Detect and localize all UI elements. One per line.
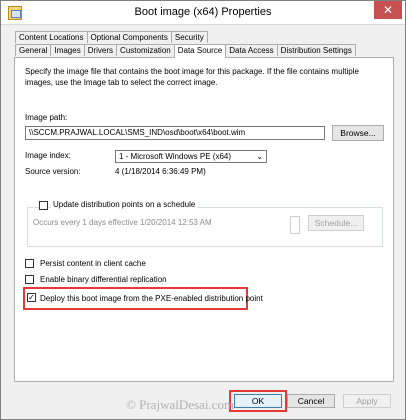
- watermark-text: © PrajwalDesai.com: [126, 397, 235, 412]
- binary-replication-checkbox[interactable]: [25, 275, 34, 284]
- apply-button[interactable]: Apply: [343, 394, 391, 408]
- persist-checkbox[interactable]: [25, 259, 34, 268]
- tab-row-top: Content Locations Optional Components Se…: [15, 31, 208, 43]
- title-bar: Boot image (x64) Properties ✕: [1, 1, 405, 25]
- schedule-button[interactable]: Schedule...: [308, 215, 364, 231]
- image-path-label: Image path:: [25, 113, 68, 122]
- properties-dialog: Boot image (x64) Properties ✕ Content Lo…: [0, 0, 406, 420]
- persist-label: Persist content in client cache: [40, 259, 146, 268]
- window-title: Boot image (x64) Properties: [134, 6, 272, 18]
- tab-data-source[interactable]: Data Source: [173, 44, 227, 58]
- tab-optional-components[interactable]: Optional Components: [86, 31, 172, 43]
- cancel-button[interactable]: Cancel: [287, 394, 335, 408]
- source-version-value: 4 (1/18/2014 6:36:49 PM): [115, 167, 206, 176]
- tab-drivers[interactable]: Drivers: [83, 44, 118, 56]
- tab-customization[interactable]: Customization: [116, 44, 175, 56]
- image-index-value: 1 - Microsoft Windows PE (x64): [119, 152, 232, 161]
- ok-button[interactable]: OK: [234, 394, 282, 408]
- binary-replication-label: Enable binary differential replication: [40, 275, 167, 284]
- tab-images[interactable]: Images: [50, 44, 85, 56]
- close-icon[interactable]: ✕: [374, 1, 402, 19]
- data-source-panel: Specify the image file that contains the…: [14, 57, 394, 382]
- tab-row-bottom: General Images Drivers Customization Dat…: [15, 44, 356, 58]
- browse-button[interactable]: Browse...: [332, 125, 384, 141]
- chevron-down-icon: ⌄: [256, 152, 263, 161]
- description-text: Specify the image file that contains the…: [25, 67, 359, 87]
- schedule-checkbox-label: Update distribution points on a schedule: [51, 200, 198, 209]
- tab-content-locations[interactable]: Content Locations: [15, 31, 88, 43]
- tab-data-access[interactable]: Data Access: [225, 44, 278, 56]
- tab-security[interactable]: Security: [170, 31, 208, 43]
- schedule-spinner: [290, 216, 300, 234]
- tab-general[interactable]: General: [15, 44, 52, 56]
- image-index-label: Image index:: [25, 151, 71, 160]
- image-index-select[interactable]: 1 - Microsoft Windows PE (x64) ⌄: [115, 150, 267, 163]
- tab-distribution-settings[interactable]: Distribution Settings: [276, 44, 356, 56]
- schedule-text: Occurs every 1 days effective 1/20/2014 …: [33, 218, 212, 227]
- pxe-label: Deploy this boot image from the PXE-enab…: [40, 294, 263, 303]
- pxe-checkbox[interactable]: ✓: [27, 293, 36, 302]
- source-version-label: Source version:: [25, 167, 81, 176]
- schedule-checkbox[interactable]: [39, 201, 48, 210]
- image-path-input[interactable]: \\SCCM.PRAJWAL.LOCAL\SMS_IND\osd\boot\x6…: [25, 126, 325, 140]
